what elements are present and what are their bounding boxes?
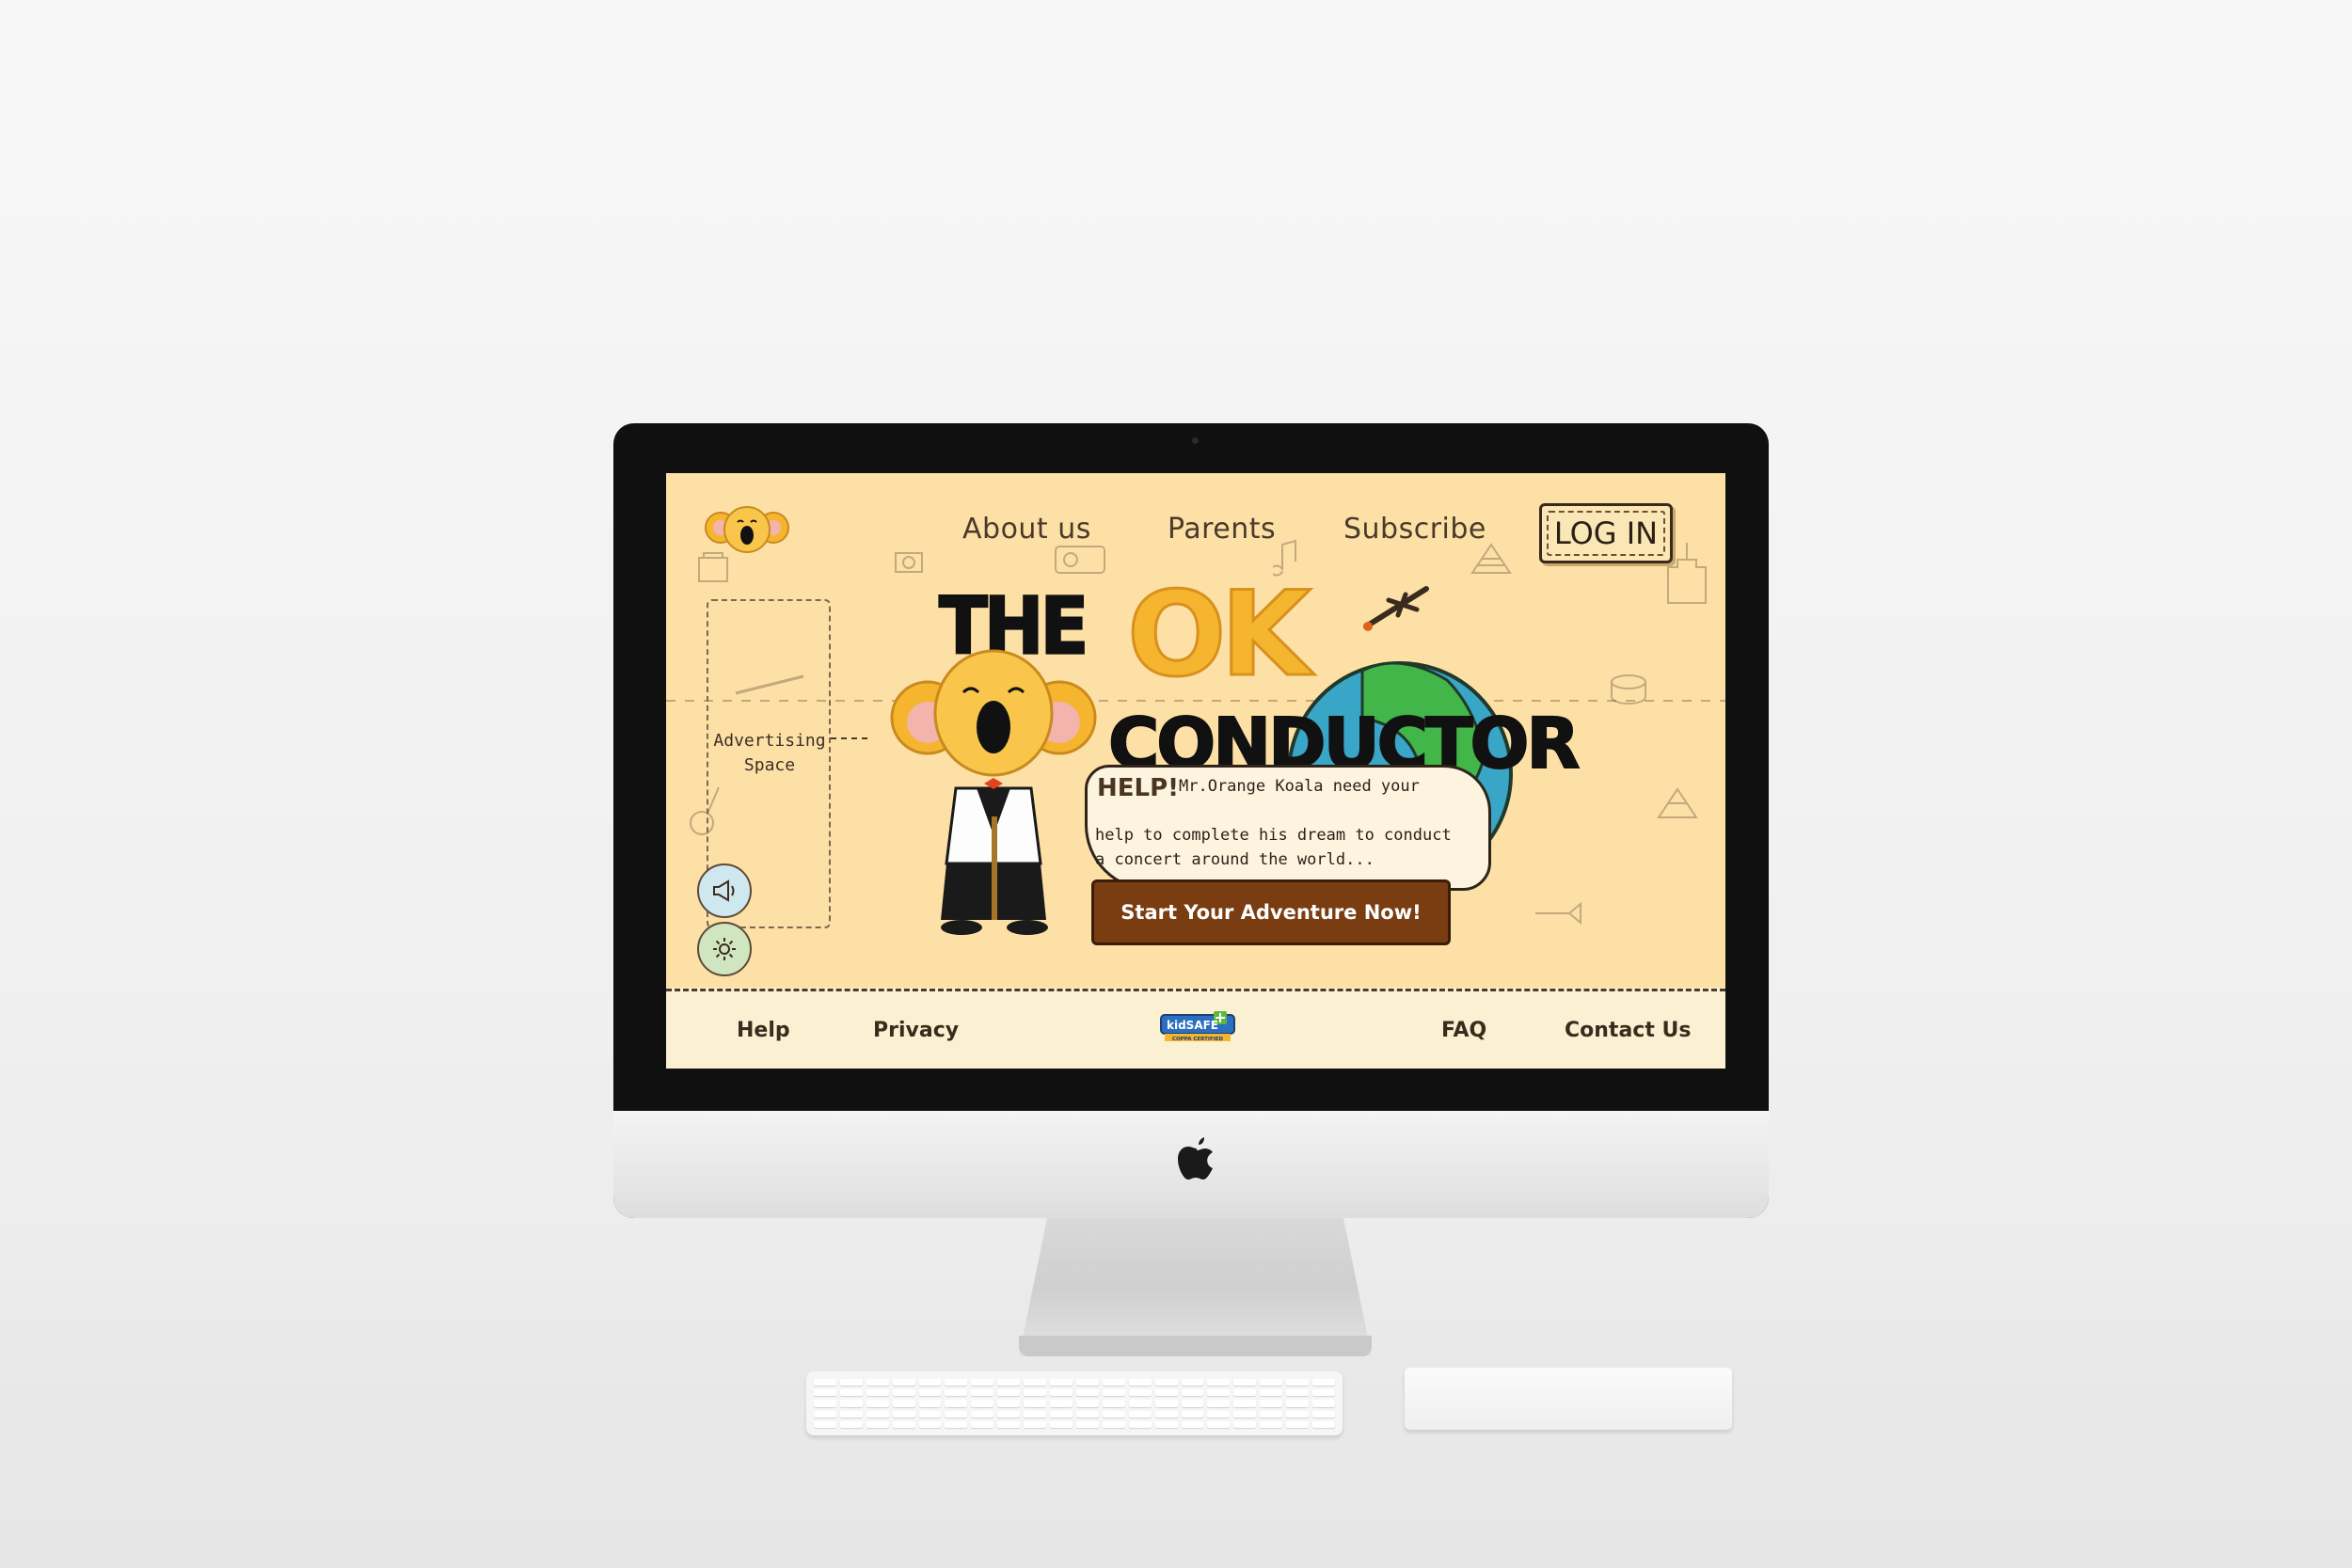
- trumpet-doodle-icon: [1535, 901, 1581, 926]
- camera-icon: [1192, 437, 1199, 444]
- trackpad: [1405, 1368, 1732, 1430]
- website-screen: About us Parents Subscribe LOG IN Advert…: [666, 473, 1725, 1069]
- kidsafe-brand: kidSAFE: [1167, 1019, 1218, 1032]
- gear-icon: [713, 938, 736, 960]
- monitor-stand-base: [1019, 1336, 1372, 1356]
- advertising-label: Advertising Space: [708, 729, 831, 778]
- apple-logo-icon: [1178, 1137, 1213, 1180]
- nav-about[interactable]: About us: [962, 513, 1091, 546]
- footer-help-link[interactable]: Help: [737, 1019, 790, 1042]
- kidsafe-sub: COPPA CERTIFIED: [1172, 1037, 1224, 1042]
- nav-parents[interactable]: Parents: [1168, 513, 1276, 546]
- pyramid-doodle-icon-2: [1657, 787, 1698, 818]
- footer-divider: [666, 989, 1725, 991]
- drum-doodle-icon: [1611, 674, 1646, 705]
- login-button[interactable]: LOG IN: [1539, 503, 1673, 563]
- keyboard: [806, 1371, 1343, 1435]
- title-ok: OK: [1126, 566, 1312, 705]
- footer-contact-link[interactable]: Contact Us: [1565, 1019, 1691, 1042]
- kidsafe-badge[interactable]: kidSAFE COPPA CERTIFIED: [1159, 1009, 1236, 1043]
- connector-line: [831, 737, 868, 739]
- settings-button[interactable]: [697, 922, 752, 976]
- help-line3: a concert around the world...: [1095, 850, 1375, 869]
- footer-faq-link[interactable]: FAQ: [1441, 1019, 1486, 1042]
- megaphone-icon: [713, 879, 735, 902]
- ad-line2: Space: [743, 755, 796, 775]
- footer-privacy-link[interactable]: Privacy: [873, 1019, 959, 1042]
- help-text: help to complete his dream to conduct a …: [1095, 799, 1490, 872]
- koala-mascot: [890, 649, 1097, 935]
- airplane-icon: [1363, 586, 1429, 631]
- start-adventure-button[interactable]: Start Your Adventure Now!: [1091, 879, 1451, 945]
- ad-line1: Advertising: [713, 731, 826, 751]
- help-line2: help to complete his dream to conduct: [1095, 826, 1452, 845]
- nav-subscribe[interactable]: Subscribe: [1343, 513, 1486, 546]
- koala-logo-icon[interactable]: [702, 499, 792, 560]
- login-label: LOG IN: [1553, 515, 1659, 551]
- sound-button[interactable]: [697, 863, 752, 918]
- camera-doodle-icon: [895, 552, 923, 573]
- help-line1: Mr.Orange Koala need your: [1179, 777, 1420, 796]
